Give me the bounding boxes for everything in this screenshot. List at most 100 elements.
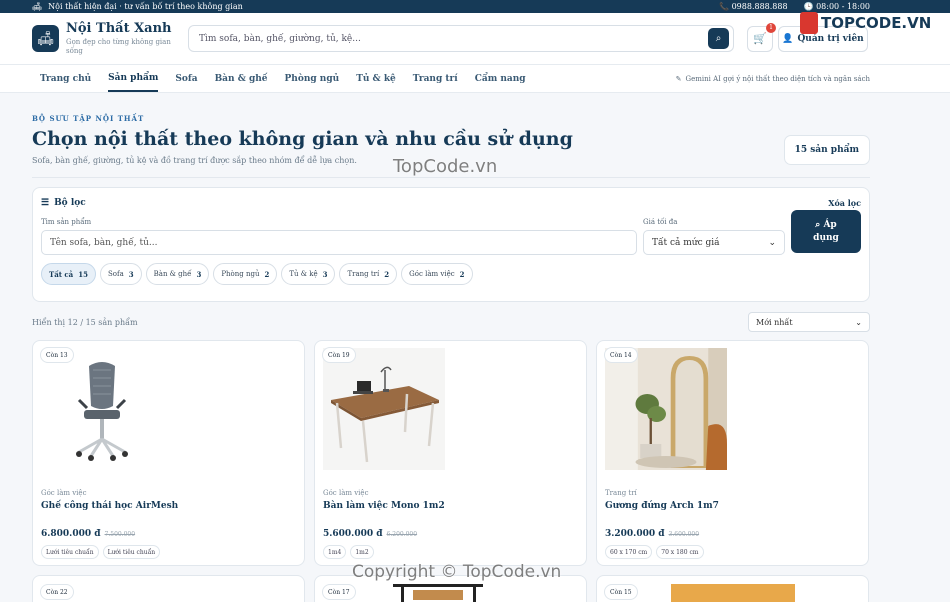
brand[interactable]: Nội Thất Xanh Gọn đẹp cho từng không gia… [66,21,178,56]
office-desk-image [323,348,445,470]
product-old-price: 7.500.000 [104,531,136,538]
chip-label: Phòng ngủ [221,270,260,278]
search-button[interactable]: ⌕ [708,28,729,49]
filter-sliders-icon: ☰ [41,198,50,208]
ai-hint-text: Gemini AI gợi ý nội thất theo diện tích … [685,74,870,83]
variant-tag[interactable]: 60 x 170 cm [605,545,653,559]
product-card[interactable]: Còn 22 [32,575,305,602]
variant-tag[interactable]: 70 x 180 cm [656,545,704,559]
nav-item[interactable]: Tủ & kệ [356,65,396,92]
nav-item[interactable]: Sofa [175,65,197,92]
stock-badge: Còn 15 [604,584,638,600]
category-chip[interactable]: Bàn & ghế 3 [145,263,210,285]
search-icon: ⌕ [815,219,821,230]
search-icon: ⌕ [715,33,722,44]
chip-label: Sofa [107,270,124,278]
name-field-label: Tìm sản phẩm [41,218,92,226]
phone-number[interactable]: 0988.888.888 [732,2,788,11]
center-watermark: TopCode.vn [393,156,498,177]
category-chip[interactable]: Trang trí 2 [339,263,398,285]
sofa-icon: 🛋 [32,2,43,11]
opening-hours: 08:00 - 18:00 [816,2,870,11]
stock-badge: Còn 17 [322,584,356,600]
topcode-logo-icon [800,12,818,34]
nav-item[interactable]: Sản phẩm [108,65,159,92]
user-icon: 👤 [782,33,794,44]
stock-badge: Còn 19 [322,347,356,363]
product-old-price: 3.600.000 [668,531,700,538]
apply-filter-button[interactable]: ⌕ Áp dụng [791,210,861,253]
price-field-label: Giá tối đa [643,218,678,226]
chevron-down-icon: ⌄ [855,317,862,327]
category-chip[interactable]: Phòng ngủ 2 [213,263,278,285]
product-card[interactable]: Còn 15 [596,575,869,602]
chevron-down-icon: ⌄ [768,237,776,248]
price-select-value: Tất cả mức giá [652,237,720,248]
chip-label: Tất cả [49,269,74,279]
variant-tag[interactable]: Lưới tiêu chuẩn [41,545,99,559]
chip-count: 3 [128,269,134,279]
product-price: 3.200.000 đ [605,529,665,539]
main-nav: Trang chủ Sản phẩm Sofa Bàn & ghế Phòng ngủ T… [0,65,950,93]
product-name-input[interactable]: Tên sofa, bàn, ghế, tủ... [41,230,637,255]
magic-wand-icon: ✎ [675,74,682,83]
page-title: Chọn nội thất theo không gian và nhu cầu… [32,128,573,150]
divider [32,177,870,178]
product-card[interactable]: Còn 14 Trang trí Gương đứng Arch 1m7 3.2… [596,340,869,566]
product-count-badge: 15 sản phẩm [783,135,870,165]
product-card[interactable]: Còn 13 Góc làm việc Ghế công thái học Ai… [32,340,305,566]
chip-label: Trang trí [347,270,380,278]
office-chair-image [41,348,163,470]
product-category: Trang trí [605,489,637,497]
chip-count: 3 [196,269,202,279]
chip-count: 2 [264,269,270,279]
product-image [671,584,795,602]
variant-tag[interactable]: 1m2 [350,545,374,559]
product-card[interactable]: Còn 19 Góc làm việc Bàn làm việc Mono 1m… [314,340,587,566]
filter-panel: ☰ Bộ lọc Xóa lọc Tìm sản phẩm Tên sofa, b… [32,187,870,302]
variant-tag[interactable]: 1m4 [323,545,347,559]
chip-label: Tủ & kệ [289,270,318,278]
nav-item[interactable]: Cẩm nang [475,65,526,92]
topbar-text: Nội thất hiện đại · tư vấn bố trí theo k… [48,2,243,11]
category-chip[interactable]: Góc làm việc 2 [401,263,473,285]
name-placeholder: Tên sofa, bàn, ghế, tủ... [50,237,158,248]
product-price: 5.600.000 đ [323,529,383,539]
cart-button[interactable]: 🛒 1 [747,22,776,52]
stock-badge: Còn 14 [604,347,638,363]
phone-icon: 📞 [719,2,730,11]
ai-hint[interactable]: ✎ Gemini AI gợi ý nội thất theo diện tích… [676,75,870,83]
apply-label-1: Áp [823,219,837,230]
chip-label: Bàn & ghế [153,270,192,278]
search-input[interactable]: Tìm sofa, bàn, ghế, giường, tủ, kệ... ⌕ [188,25,734,52]
chip-count: 3 [322,269,328,279]
product-name[interactable]: Bàn làm việc Mono 1m2 [323,501,578,511]
max-price-select[interactable]: Tất cả mức giá ⌄ [643,230,785,255]
nav-item[interactable]: Bàn & ghế [215,65,268,92]
product-price: 6.800.000 đ [41,529,101,539]
clear-filter-button[interactable]: Xóa lọc [828,198,861,208]
logo-sofa-icon[interactable]: 🛋 [32,25,59,52]
category-chip[interactable]: Tủ & kệ 3 [281,263,336,285]
product-category: Góc làm việc [41,489,87,497]
cart-count-badge: 1 [766,22,776,33]
stock-badge: Còn 13 [40,347,74,363]
topcode-watermark-logo: TOPCODE.VN [800,12,931,34]
category-chip[interactable]: Sofa 3 [99,263,142,285]
collection-eyebrow: BỘ SƯU TẬP NỘI THẤT [32,114,145,123]
product-old-price: 6.200.000 [386,531,418,538]
product-category: Góc làm việc [323,489,369,497]
nav-item[interactable]: Trang chủ [40,65,91,92]
nav-item[interactable]: Phòng ngủ [285,65,340,92]
brand-name: Nội Thất Xanh [66,21,172,36]
chip-count: 15 [78,269,88,279]
product-name[interactable]: Gương đứng Arch 1m7 [605,501,860,511]
nav-item[interactable]: Trang trí [413,65,458,92]
filter-title: Bộ lọc [54,198,86,208]
category-chip[interactable]: Tất cả 15 [41,263,96,285]
sort-select[interactable]: Mới nhất ⌄ [748,312,870,332]
product-name[interactable]: Ghế công thái học AirMesh [41,501,296,511]
variant-tag[interactable]: Lưới tiêu chuẩn [102,545,161,559]
chip-label: Góc làm việc [409,270,455,278]
product-grid: Còn 13 Góc làm việc Ghế công thái học Ai… [32,340,870,566]
